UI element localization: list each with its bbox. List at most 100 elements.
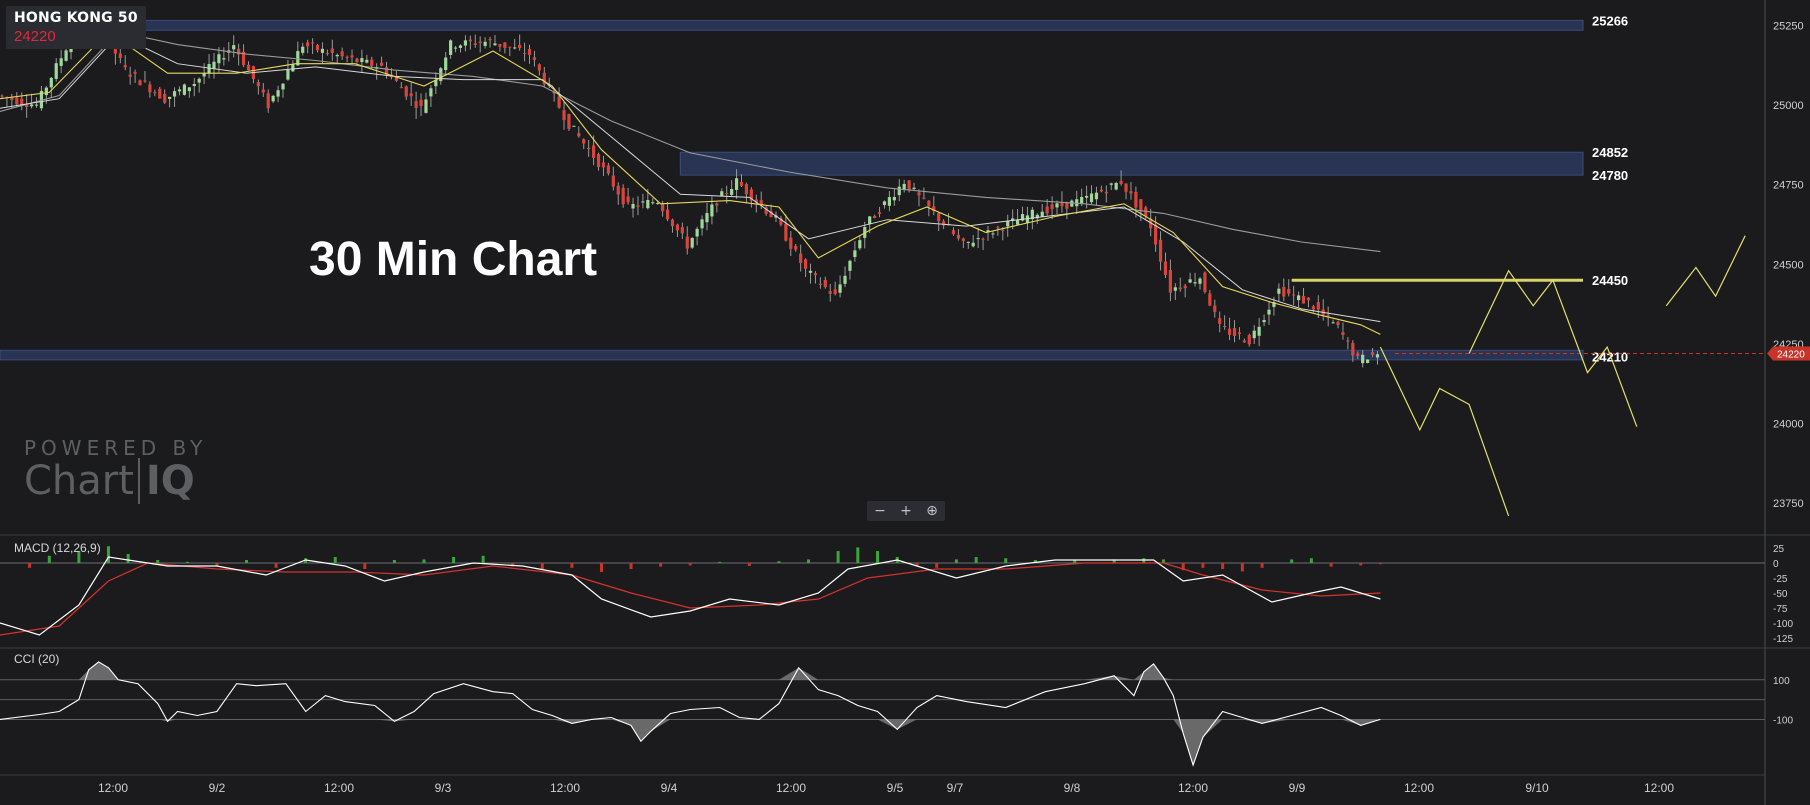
candle-body: [596, 154, 601, 168]
candle-body: [789, 237, 793, 249]
candle-body: [656, 203, 660, 205]
candle-body: [631, 203, 635, 209]
price-tick-label: 25250: [1773, 20, 1804, 32]
macd-histogram-bar: [274, 563, 278, 568]
candle-body: [537, 64, 541, 71]
candle-body: [592, 145, 596, 158]
candle-body: [153, 92, 157, 94]
candle-body: [143, 80, 147, 82]
candle-body: [1055, 203, 1059, 208]
candle-body: [1015, 220, 1020, 225]
time-tick-label: 9/5: [887, 781, 904, 795]
macd-panel-label: MACD (12,26,9): [14, 541, 101, 555]
candle-body: [848, 260, 852, 271]
candle-body: [572, 125, 576, 127]
resistance-level-label: 24450: [1592, 273, 1628, 288]
candle-body: [1139, 199, 1143, 212]
candle-body: [1257, 326, 1261, 336]
macd-histogram-bar: [747, 563, 751, 566]
candle-body: [64, 50, 68, 61]
candle-body: [370, 59, 374, 66]
candle-body: [1262, 320, 1266, 323]
candle-body: [49, 77, 53, 88]
candle-body: [414, 101, 418, 108]
candle-body: [232, 45, 236, 50]
candle-body: [163, 93, 167, 103]
candle-body: [917, 192, 921, 196]
candle-body: [1282, 286, 1286, 297]
candle-body: [527, 49, 532, 55]
candle-body: [1050, 204, 1054, 210]
macd-histogram-bar: [974, 557, 978, 563]
macd-histogram-bar: [836, 551, 840, 563]
candle-body: [1232, 327, 1237, 337]
candle-body: [522, 52, 527, 54]
candle-body: [1247, 334, 1251, 345]
supply-demand-zone: [679, 151, 1584, 176]
candle-body: [937, 213, 941, 222]
chartiq-logo: POWERED BY Chart IQ: [24, 436, 207, 504]
last-price-tag-label: 24220: [1777, 349, 1805, 360]
price-tick-label: 24500: [1773, 259, 1804, 271]
candle-body: [301, 46, 305, 53]
candle-body: [29, 104, 34, 107]
candle-body: [996, 227, 1000, 229]
supply-demand-zone: [107, 19, 1584, 31]
macd-histogram-bar: [570, 563, 574, 568]
candle-body: [34, 104, 39, 106]
chart-root: 25250 25000 24750 24500 24250 24000 23750 25266…: [0, 0, 1810, 805]
candle-body: [833, 289, 837, 294]
candle-body: [665, 209, 670, 220]
candle-body: [1119, 180, 1123, 184]
candle-body: [1006, 221, 1010, 227]
candle-body: [532, 57, 537, 61]
candle-body: [1040, 211, 1044, 217]
powered-by-text: POWERED BY: [24, 436, 208, 460]
macd-histogram-bar: [807, 559, 811, 563]
chart-title: 30 Min Chart: [309, 233, 598, 286]
candle-body: [1331, 322, 1335, 324]
zoom-reset-icon[interactable]: ⊕: [926, 503, 938, 519]
candle-body: [956, 234, 961, 239]
candle-body: [498, 43, 502, 47]
candle-body: [212, 61, 216, 69]
macd-tick-label: -50: [1773, 589, 1788, 600]
macd-histogram-bar: [856, 547, 860, 563]
candle-body: [217, 54, 221, 64]
candle-body: [330, 48, 334, 53]
candle-body: [1218, 318, 1222, 324]
price-chart-svg[interactable]: 2525025000247502450024250240002375025266…: [0, 0, 1810, 805]
zoom-in-button[interactable]: +: [900, 503, 912, 519]
moving-average-fast: [0, 31, 1381, 335]
candle-body: [892, 196, 896, 201]
macd-histogram-bar: [363, 563, 367, 569]
time-tick-label: 12:00: [324, 781, 354, 795]
moving-average-mid: [0, 34, 1381, 323]
candle-body: [1129, 191, 1133, 194]
macd-histogram-bar: [481, 555, 485, 563]
candle-body: [1188, 279, 1192, 283]
cci-tick-label: 100: [1773, 676, 1790, 687]
macd-histogram-bar: [629, 563, 633, 569]
candle-body: [168, 96, 172, 99]
candle-body: [641, 201, 645, 203]
candle-body: [675, 224, 680, 231]
candle-body: [868, 216, 872, 224]
zoom-out-button[interactable]: −: [874, 503, 886, 519]
candle-body: [1301, 295, 1306, 304]
candle-body: [463, 40, 468, 46]
macd-histogram-bar: [28, 563, 32, 568]
candle-body: [380, 62, 384, 66]
candle-body: [661, 203, 665, 212]
cci-overbought-area: [0, 661, 1381, 680]
time-tick-label: 9/7: [947, 781, 964, 795]
candle-body: [601, 162, 606, 168]
candle-body: [1296, 295, 1301, 301]
candle-body: [1370, 352, 1375, 355]
candle-body: [1316, 302, 1320, 310]
candle-body: [335, 54, 339, 57]
macd-histogram-bar: [1260, 563, 1264, 568]
macd-histogram-bar: [1073, 560, 1077, 563]
candle-body: [192, 83, 196, 87]
macd-histogram-bar: [777, 561, 781, 563]
